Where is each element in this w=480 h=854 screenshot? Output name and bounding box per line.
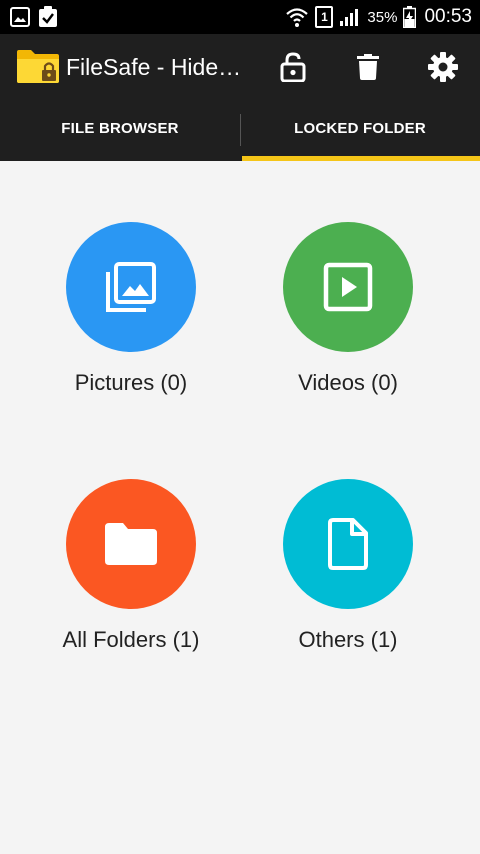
clock: 00:53 <box>424 6 472 27</box>
signal-icon <box>340 9 359 26</box>
wifi-icon <box>286 8 309 27</box>
gallery-notification-icon <box>10 7 30 27</box>
file-icon <box>328 518 368 570</box>
trash-icon <box>357 54 379 80</box>
settings-button[interactable] <box>427 51 459 83</box>
category-videos[interactable]: Videos (0) <box>228 222 468 422</box>
system-indicators: 1 35% 00:53 <box>285 0 472 34</box>
status-bar: 1 35% 00:53 <box>0 0 480 34</box>
all-folders-label: All Folders (1) <box>62 627 200 652</box>
tab-divider <box>240 114 241 146</box>
battery-percent: 35% <box>367 8 398 26</box>
videos-circle <box>283 222 413 352</box>
pictures-icon <box>106 262 156 312</box>
category-all-folders[interactable]: All Folders (1) <box>11 479 251 679</box>
videos-label: Videos (0) <box>298 370 398 395</box>
clipboard-check-icon <box>39 6 57 27</box>
pictures-circle <box>66 222 196 352</box>
app-title: FileSafe - Hide… <box>66 54 242 80</box>
video-icon <box>323 262 373 312</box>
pictures-label: Pictures (0) <box>74 370 188 395</box>
notification-icons <box>10 6 58 28</box>
tab-locked-folder[interactable]: LOCKED FOLDER <box>240 100 480 161</box>
others-circle <box>283 479 413 609</box>
app-bar: FileSafe - Hide… <box>0 34 480 100</box>
all-folders-circle <box>66 479 196 609</box>
app-logo-folder-lock-icon <box>17 50 59 83</box>
gear-icon <box>428 52 458 82</box>
sim-slot-indicator: 1 <box>315 6 334 28</box>
category-others[interactable]: Others (1) <box>228 479 468 679</box>
tab-file-browser[interactable]: FILE BROWSER <box>0 100 240 161</box>
folder-icon <box>105 523 157 565</box>
others-label: Others (1) <box>298 627 398 652</box>
battery-charging-icon <box>403 6 417 28</box>
category-pictures[interactable]: Pictures (0) <box>11 222 251 422</box>
unlock-icon <box>280 52 306 82</box>
unlock-button[interactable] <box>277 51 309 83</box>
delete-button[interactable] <box>352 51 384 83</box>
